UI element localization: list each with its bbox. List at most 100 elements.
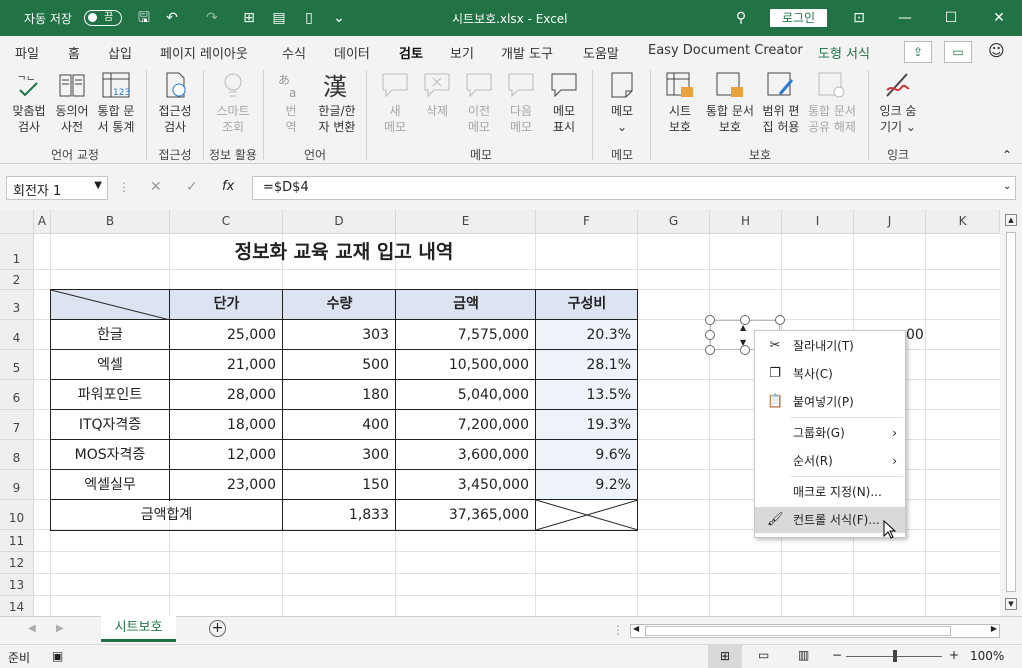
col-header-j[interactable]: J bbox=[854, 210, 926, 234]
tab-file[interactable]: 파일 bbox=[15, 43, 39, 62]
row-header-3[interactable]: 3 bbox=[0, 290, 34, 320]
cancel-icon[interactable]: ✕ bbox=[150, 179, 162, 195]
next-comment-button[interactable]: 다음 메모 bbox=[502, 70, 540, 135]
menu-item-copy[interactable]: ❐ 복사(C) bbox=[755, 361, 905, 387]
unshare-workbook-button[interactable]: 통합 문서 공유 해제 bbox=[804, 70, 860, 135]
add-sheet-icon[interactable]: + bbox=[209, 620, 226, 637]
tab-insert[interactable]: 삽입 bbox=[108, 43, 132, 62]
tab-home[interactable]: 홈 bbox=[68, 43, 80, 62]
resize-handle[interactable] bbox=[705, 315, 715, 325]
maximize-icon[interactable]: ☐ bbox=[942, 9, 960, 27]
col-header-a[interactable]: A bbox=[34, 210, 51, 234]
row-header-11[interactable]: 11 bbox=[0, 530, 34, 552]
select-all[interactable] bbox=[0, 210, 34, 234]
col-header-f[interactable]: F bbox=[536, 210, 638, 234]
col-header-i[interactable]: I bbox=[782, 210, 854, 234]
form-icon[interactable]: ⊞ bbox=[240, 9, 258, 27]
protect-sheet-button[interactable]: 시트 보호 bbox=[660, 70, 700, 135]
macro-record-icon[interactable]: ▣ bbox=[52, 649, 63, 663]
row-header-8[interactable]: 8 bbox=[0, 440, 34, 470]
feedback-smiley-icon[interactable]: ☺ bbox=[988, 41, 1005, 60]
row-header-13[interactable]: 13 bbox=[0, 574, 34, 596]
check-accessibility-button[interactable]: 접근성 검사 bbox=[154, 70, 196, 135]
layout-icon[interactable]: ▤ bbox=[270, 9, 288, 27]
tab-view[interactable]: 보기 bbox=[450, 43, 474, 62]
tab-page-layout[interactable]: 페이지 레이아웃 bbox=[160, 43, 248, 62]
zoom-slider-thumb[interactable] bbox=[893, 650, 897, 662]
scroll-thumb[interactable] bbox=[1006, 232, 1016, 592]
sheet-tab[interactable]: 시트보호 bbox=[101, 616, 176, 642]
row-header-14[interactable]: 14 bbox=[0, 596, 34, 616]
hide-ink-button[interactable]: 잉크 숨 기기 ⌄ bbox=[876, 70, 920, 135]
spelling-button[interactable]: ᄀᄂ 맞춤법 검사 bbox=[8, 70, 50, 135]
next-sheet-icon[interactable]: ▶ bbox=[56, 623, 64, 634]
comments-icon[interactable]: ▭ bbox=[944, 41, 972, 63]
search-icon[interactable]: ⚲ bbox=[732, 9, 750, 27]
autosave-toggle[interactable]: 끔 bbox=[84, 10, 122, 26]
scroll-right-icon[interactable]: ▶ bbox=[991, 624, 997, 633]
col-header-b[interactable]: B bbox=[51, 210, 170, 234]
scroll-thumb-h[interactable] bbox=[645, 626, 951, 636]
menu-item-cut[interactable]: ✂ 잘라내기(T) bbox=[755, 333, 905, 359]
name-box[interactable]: 회전자 1 ▼ bbox=[6, 176, 108, 200]
resize-handle[interactable] bbox=[775, 315, 785, 325]
new-file-icon[interactable]: ▯ bbox=[300, 9, 318, 27]
row-header-4[interactable]: 4 bbox=[0, 320, 34, 350]
zoom-in-icon[interactable]: + bbox=[949, 648, 959, 662]
close-icon[interactable]: ✕ bbox=[990, 9, 1008, 27]
page-layout-view-icon[interactable]: ▭ bbox=[758, 648, 769, 662]
previous-comment-button[interactable]: 이전 메모 bbox=[460, 70, 498, 135]
menu-item-assign-macro[interactable]: 매크로 지정(N)... bbox=[755, 479, 905, 505]
show-comments-button[interactable]: 메모 표시 bbox=[544, 70, 584, 135]
redo-icon[interactable]: ↷ bbox=[203, 9, 221, 27]
col-header-k[interactable]: K bbox=[926, 210, 1000, 234]
resize-handle[interactable] bbox=[740, 345, 750, 355]
hangul-hanja-convert-button[interactable]: 漢 한글/한 자 변환 bbox=[314, 70, 360, 135]
smart-lookup-button[interactable]: 스마트 조회 bbox=[212, 70, 254, 135]
save-icon[interactable]: 🖫 bbox=[135, 9, 153, 27]
tab-help[interactable]: 도움말 bbox=[583, 43, 619, 62]
menu-item-paste[interactable]: 📋 붙여넣기(P) bbox=[755, 389, 905, 415]
row-header-9[interactable]: 9 bbox=[0, 470, 34, 500]
login-button[interactable]: 로그인 bbox=[770, 9, 827, 27]
tab-shape-format[interactable]: 도형 서식 bbox=[818, 43, 870, 62]
row-header-5[interactable]: 5 bbox=[0, 350, 34, 380]
notes-button[interactable]: 메모 ⌄ bbox=[602, 70, 642, 135]
zoom-out-icon[interactable]: − bbox=[832, 648, 842, 662]
expand-formula-icon[interactable]: ⌄ bbox=[1003, 181, 1011, 192]
tab-developer[interactable]: 개발 도구 bbox=[501, 43, 553, 62]
share-icon[interactable]: ⇪ bbox=[904, 41, 932, 63]
horizontal-scrollbar[interactable]: ◀ ▶ bbox=[630, 624, 1000, 638]
scroll-down-icon[interactable]: ▼ bbox=[1005, 598, 1017, 610]
page-break-view-icon[interactable]: ▥ bbox=[798, 648, 809, 662]
col-header-c[interactable]: C bbox=[170, 210, 283, 234]
protect-workbook-button[interactable]: 통합 문서 보호 bbox=[702, 70, 758, 135]
tab-easy-document-creator[interactable]: Easy Document Creator bbox=[648, 43, 803, 58]
workbook-statistics-button[interactable]: 123 통합 문서 통계 bbox=[94, 70, 138, 135]
row-header-10[interactable]: 10 bbox=[0, 500, 34, 530]
vertical-scrollbar[interactable]: ▲ ▼ bbox=[1000, 210, 1022, 616]
resize-handle[interactable] bbox=[705, 330, 715, 340]
customize-qat-icon[interactable]: ⌄ bbox=[330, 9, 348, 27]
scroll-left-icon[interactable]: ◀ bbox=[633, 624, 639, 633]
enter-icon[interactable]: ✓ bbox=[186, 179, 198, 195]
undo-icon[interactable]: ↶ bbox=[163, 9, 181, 27]
row-header-12[interactable]: 12 bbox=[0, 552, 34, 574]
row-header-2[interactable]: 2 bbox=[0, 270, 34, 290]
col-header-g[interactable]: G bbox=[638, 210, 710, 234]
col-header-e[interactable]: E bbox=[396, 210, 536, 234]
row-header-6[interactable]: 6 bbox=[0, 380, 34, 410]
formula-input[interactable]: =$D$4 bbox=[252, 176, 1016, 200]
menu-item-order[interactable]: 순서(R) › bbox=[755, 448, 905, 474]
scroll-up-icon[interactable]: ▲ bbox=[1005, 214, 1017, 226]
new-comment-button[interactable]: 새 메모 bbox=[376, 70, 414, 135]
minimize-icon[interactable]: — bbox=[896, 9, 914, 27]
row-header-7[interactable]: 7 bbox=[0, 410, 34, 440]
insert-function-icon[interactable]: fx bbox=[222, 179, 234, 194]
menu-item-group[interactable]: 그룹화(G) › bbox=[755, 420, 905, 446]
col-header-h[interactable]: H bbox=[710, 210, 782, 234]
tab-data[interactable]: 데이터 bbox=[334, 43, 370, 62]
prev-sheet-icon[interactable]: ◀ bbox=[28, 623, 36, 634]
resize-handle[interactable] bbox=[740, 315, 750, 325]
resize-handle[interactable] bbox=[705, 345, 715, 355]
